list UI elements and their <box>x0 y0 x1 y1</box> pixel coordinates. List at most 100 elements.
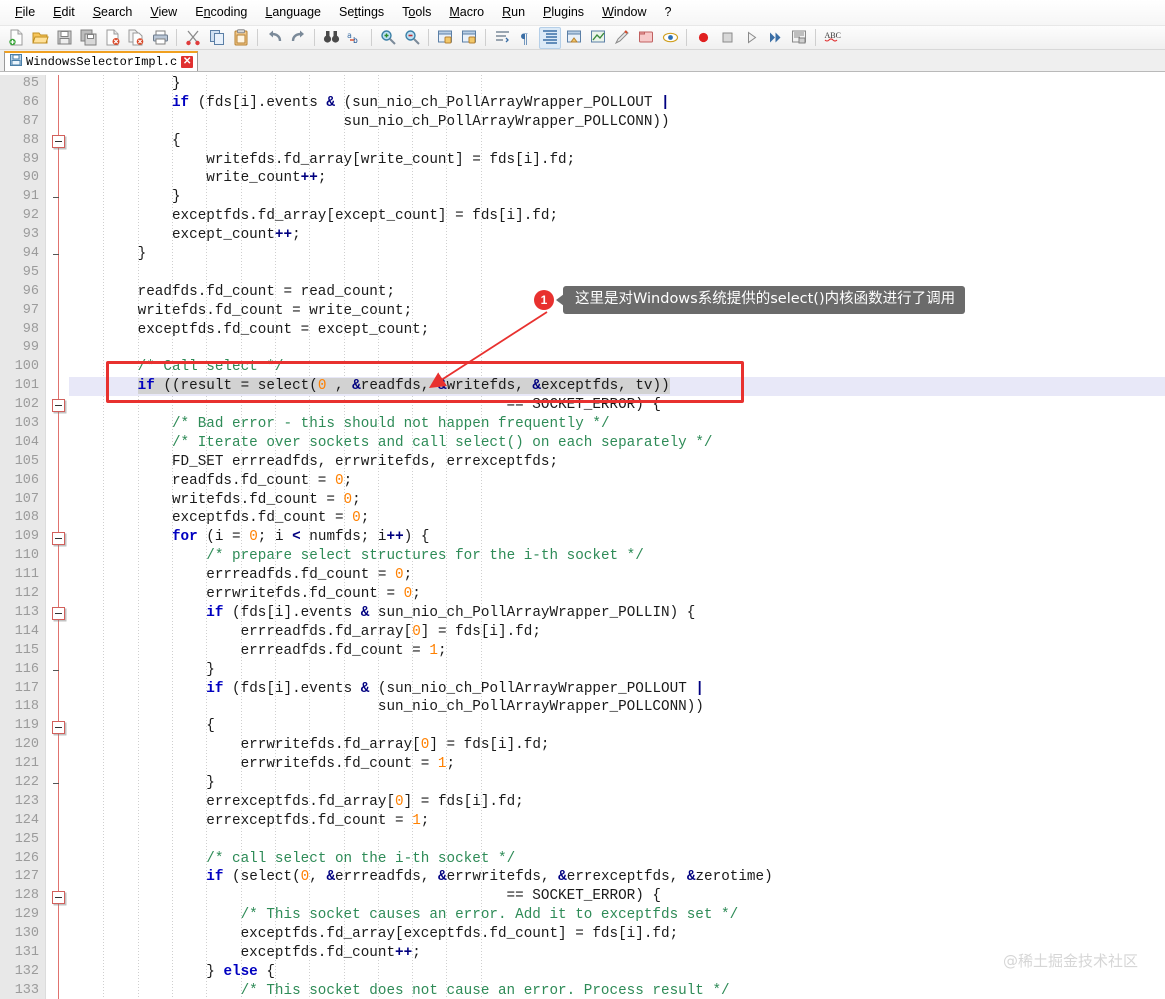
code-line[interactable] <box>69 264 1165 283</box>
code-line[interactable]: } <box>69 774 1165 793</box>
zoom-restore-icon[interactable] <box>611 27 633 49</box>
code-line[interactable]: /* Iterate over sockets and call select(… <box>69 434 1165 453</box>
fold-collapse-box[interactable] <box>52 531 65 545</box>
code-line[interactable]: /* This socket does not cause an error. … <box>69 982 1165 999</box>
indent-guide-icon[interactable] <box>539 26 561 49</box>
code-editor[interactable]: 85 86 87 88 89 90 91 92 93 94 95 96 97 98 99 100 101 102 1… <box>0 75 1165 999</box>
menu-item-window[interactable]: Window <box>593 2 655 23</box>
code-line[interactable] <box>69 339 1165 358</box>
code-line[interactable]: errwritefds.fd_count = 0; <box>69 585 1165 604</box>
close-file-icon[interactable] <box>101 27 123 49</box>
user-defined-dialog-icon[interactable] <box>563 27 585 49</box>
code-line[interactable]: exceptfds.fd_count = except_count; <box>69 321 1165 340</box>
menu-item-language[interactable]: Language <box>256 2 330 23</box>
editor-tab[interactable]: WindowsSelectorImpl.c ✕ <box>4 51 199 71</box>
document-map-icon[interactable] <box>635 27 657 49</box>
menu-item-tools[interactable]: Tools <box>393 2 440 23</box>
spell-check-icon[interactable]: ABC <box>821 27 843 49</box>
code-line[interactable]: errwritefds.fd_array[0] = fds[i].fd; <box>69 736 1165 755</box>
code-line[interactable]: except_count++; <box>69 226 1165 245</box>
sync-vertical-icon[interactable] <box>434 27 456 49</box>
fold-collapse-box[interactable] <box>52 890 65 904</box>
code-line[interactable]: errwritefds.fd_count = 1; <box>69 755 1165 774</box>
code-line[interactable]: exceptfds.fd_array[except_count] = fds[i… <box>69 207 1165 226</box>
code-line[interactable]: if (fds[i].events & sun_nio_ch_PollArray… <box>69 604 1165 623</box>
code-line[interactable]: errreadfds.fd_count = 1; <box>69 642 1165 661</box>
save-all-icon[interactable] <box>77 27 99 49</box>
word-wrap-icon[interactable] <box>491 27 513 49</box>
zoom-in-icon[interactable] <box>377 27 399 49</box>
code-line[interactable]: exceptfds.fd_count++; <box>69 944 1165 963</box>
close-all-icon[interactable] <box>125 27 147 49</box>
show-symbol-icon[interactable] <box>587 27 609 49</box>
menu-item-settings[interactable]: Settings <box>330 2 393 23</box>
show-all-chars-icon[interactable]: ¶ <box>515 27 537 49</box>
new-file-icon[interactable] <box>5 27 27 49</box>
code-text[interactable]: } if (fds[i].events & (sun_nio_ch_PollAr… <box>69 75 1165 999</box>
redo-icon[interactable] <box>287 27 309 49</box>
code-line[interactable] <box>69 831 1165 850</box>
code-line[interactable]: errexceptfds.fd_count = 1; <box>69 812 1165 831</box>
fold-collapse-box[interactable] <box>52 607 65 621</box>
menu-item-edit[interactable]: Edit <box>44 2 84 23</box>
print-icon[interactable] <box>149 27 171 49</box>
code-line[interactable]: == SOCKET_ERROR) { <box>69 396 1165 415</box>
code-line[interactable]: readfds.fd_count = 0; <box>69 472 1165 491</box>
code-line[interactable]: errreadfds.fd_array[0] = fds[i].fd; <box>69 623 1165 642</box>
menu-item-macro[interactable]: Macro <box>440 2 493 23</box>
save-icon[interactable] <box>53 27 75 49</box>
undo-icon[interactable] <box>263 27 285 49</box>
menu-item-view[interactable]: View <box>141 2 186 23</box>
tab-close-icon[interactable]: ✕ <box>181 56 194 68</box>
code-line[interactable]: if (select(0, &errreadfds, &errwritefds,… <box>69 868 1165 887</box>
code-line[interactable]: /* call select on the i-th socket */ <box>69 850 1165 869</box>
code-line[interactable]: } <box>69 661 1165 680</box>
code-line[interactable]: readfds.fd_count = read_count; <box>69 283 1165 302</box>
open-file-icon[interactable] <box>29 27 51 49</box>
fold-margin[interactable] <box>47 75 69 999</box>
code-line[interactable]: writefds.fd_count = 0; <box>69 491 1165 510</box>
replace-icon[interactable]: ab <box>344 27 366 49</box>
menu-item-search[interactable]: Search <box>84 2 142 23</box>
code-line[interactable]: errexceptfds.fd_array[0] = fds[i].fd; <box>69 793 1165 812</box>
code-line[interactable]: /* Call select */ <box>69 358 1165 377</box>
save-macro-icon[interactable] <box>788 27 810 49</box>
code-line[interactable]: writefds.fd_array[write_count] = fds[i].… <box>69 151 1165 170</box>
code-line[interactable]: } <box>69 245 1165 264</box>
code-line[interactable]: /* prepare select structures for the i-t… <box>69 547 1165 566</box>
code-line[interactable]: exceptfds.fd_count = 0; <box>69 509 1165 528</box>
code-line[interactable]: } else { <box>69 963 1165 982</box>
code-line[interactable]: if (fds[i].events & (sun_nio_ch_PollArra… <box>69 94 1165 113</box>
code-line[interactable]: /* Bad error - this should not happen fr… <box>69 415 1165 434</box>
record-macro-icon[interactable] <box>692 27 714 49</box>
paste-icon[interactable] <box>230 27 252 49</box>
fold-collapse-box[interactable] <box>52 399 65 413</box>
fold-collapse-box[interactable] <box>52 134 65 148</box>
code-line[interactable]: if ((result = select(0 , &readfds, &writ… <box>69 377 1165 397</box>
zoom-out-icon[interactable] <box>401 27 423 49</box>
menu-item-plugins[interactable]: Plugins <box>534 2 593 23</box>
menu-item-[interactable]: ? <box>656 2 681 23</box>
code-line[interactable]: /* This socket causes an error. Add it t… <box>69 906 1165 925</box>
function-list-icon[interactable] <box>659 27 681 49</box>
stop-macro-icon[interactable] <box>716 27 738 49</box>
code-line[interactable]: exceptfds.fd_array[exceptfds.fd_count] =… <box>69 925 1165 944</box>
sync-horizontal-icon[interactable] <box>458 27 480 49</box>
code-line[interactable]: { <box>69 132 1165 151</box>
play-macro-icon[interactable] <box>740 27 762 49</box>
fold-collapse-box[interactable] <box>52 720 65 734</box>
play-multi-macro-icon[interactable] <box>764 27 786 49</box>
code-line[interactable]: if (fds[i].events & (sun_nio_ch_PollArra… <box>69 680 1165 699</box>
code-line[interactable]: writefds.fd_count = write_count; <box>69 302 1165 321</box>
code-line[interactable]: == SOCKET_ERROR) { <box>69 887 1165 906</box>
code-line[interactable]: { <box>69 717 1165 736</box>
code-line[interactable]: FD_SET errreadfds, errwritefds, errexcep… <box>69 453 1165 472</box>
code-line[interactable]: sun_nio_ch_PollArrayWrapper_POLLCONN)) <box>69 698 1165 717</box>
code-line[interactable]: for (i = 0; i < numfds; i++) { <box>69 528 1165 547</box>
menu-item-file[interactable]: File <box>6 2 44 23</box>
menu-item-encoding[interactable]: Encoding <box>186 2 256 23</box>
menu-item-run[interactable]: Run <box>493 2 534 23</box>
code-line[interactable]: errreadfds.fd_count = 0; <box>69 566 1165 585</box>
code-line[interactable]: write_count++; <box>69 169 1165 188</box>
code-line[interactable]: sun_nio_ch_PollArrayWrapper_POLLCONN)) <box>69 113 1165 132</box>
